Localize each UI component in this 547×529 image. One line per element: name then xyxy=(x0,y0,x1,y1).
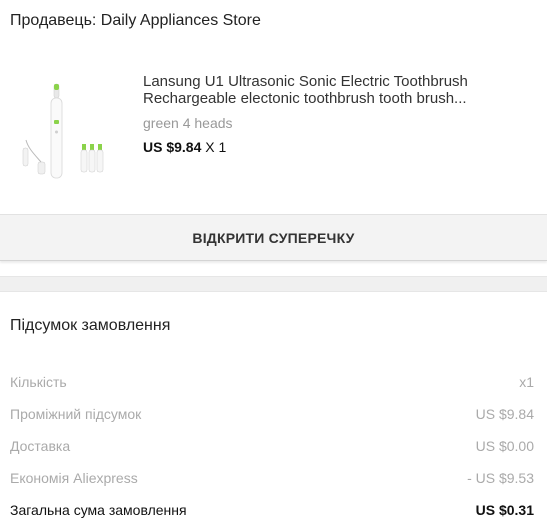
total-value: US $0.31 xyxy=(475,502,534,518)
product-title-line1[interactable]: Lansung U1 Ultrasonic Sonic Electric Too… xyxy=(143,73,538,90)
total-label: Загальна сума замовлення xyxy=(10,502,187,518)
order-summary-list: Кількість x1 Проміжний підсумок US $9.84… xyxy=(10,374,534,529)
open-dispute-button[interactable]: ВІДКРИТИ СУПЕРЕЧКУ xyxy=(0,214,547,261)
product-variant: green 4 heads xyxy=(143,115,233,131)
summary-label: Проміжний підсумок xyxy=(10,406,142,422)
summary-value: US $0.00 xyxy=(475,438,534,454)
product-price-line: US $9.84 X 1 xyxy=(143,139,538,155)
product-quantity: X 1 xyxy=(205,139,227,155)
product-title-line2[interactable]: Rechargeable electonic toothbrush tooth … xyxy=(143,90,538,107)
summary-row-savings: Економія Aliexpress - US $9.53 xyxy=(10,470,534,502)
summary-value: x1 xyxy=(519,374,534,390)
product-info: Lansung U1 Ultrasonic Sonic Electric Too… xyxy=(143,73,538,155)
order-item[interactable]: Lansung U1 Ultrasonic Sonic Electric Too… xyxy=(0,66,547,196)
product-price: US $9.84 xyxy=(143,139,202,155)
summary-label: Кількість xyxy=(10,374,67,390)
product-thumbnail[interactable] xyxy=(14,78,114,188)
summary-label: Економія Aliexpress xyxy=(10,470,138,486)
summary-value: - US $9.53 xyxy=(467,470,534,486)
summary-value: US $9.84 xyxy=(475,406,534,422)
summary-label: Доставка xyxy=(10,438,71,454)
seller-name[interactable]: Продавець: Daily Appliances Store xyxy=(10,12,261,30)
order-summary-title: Підсумок замовлення xyxy=(10,317,171,334)
summary-row-shipping: Доставка US $0.00 xyxy=(10,438,534,470)
summary-row-subtotal: Проміжний підсумок US $9.84 xyxy=(10,406,534,438)
section-divider xyxy=(0,276,547,292)
summary-row-total: Загальна сума замовлення US $0.31 xyxy=(10,502,534,529)
summary-row-quantity: Кількість x1 xyxy=(10,374,534,406)
